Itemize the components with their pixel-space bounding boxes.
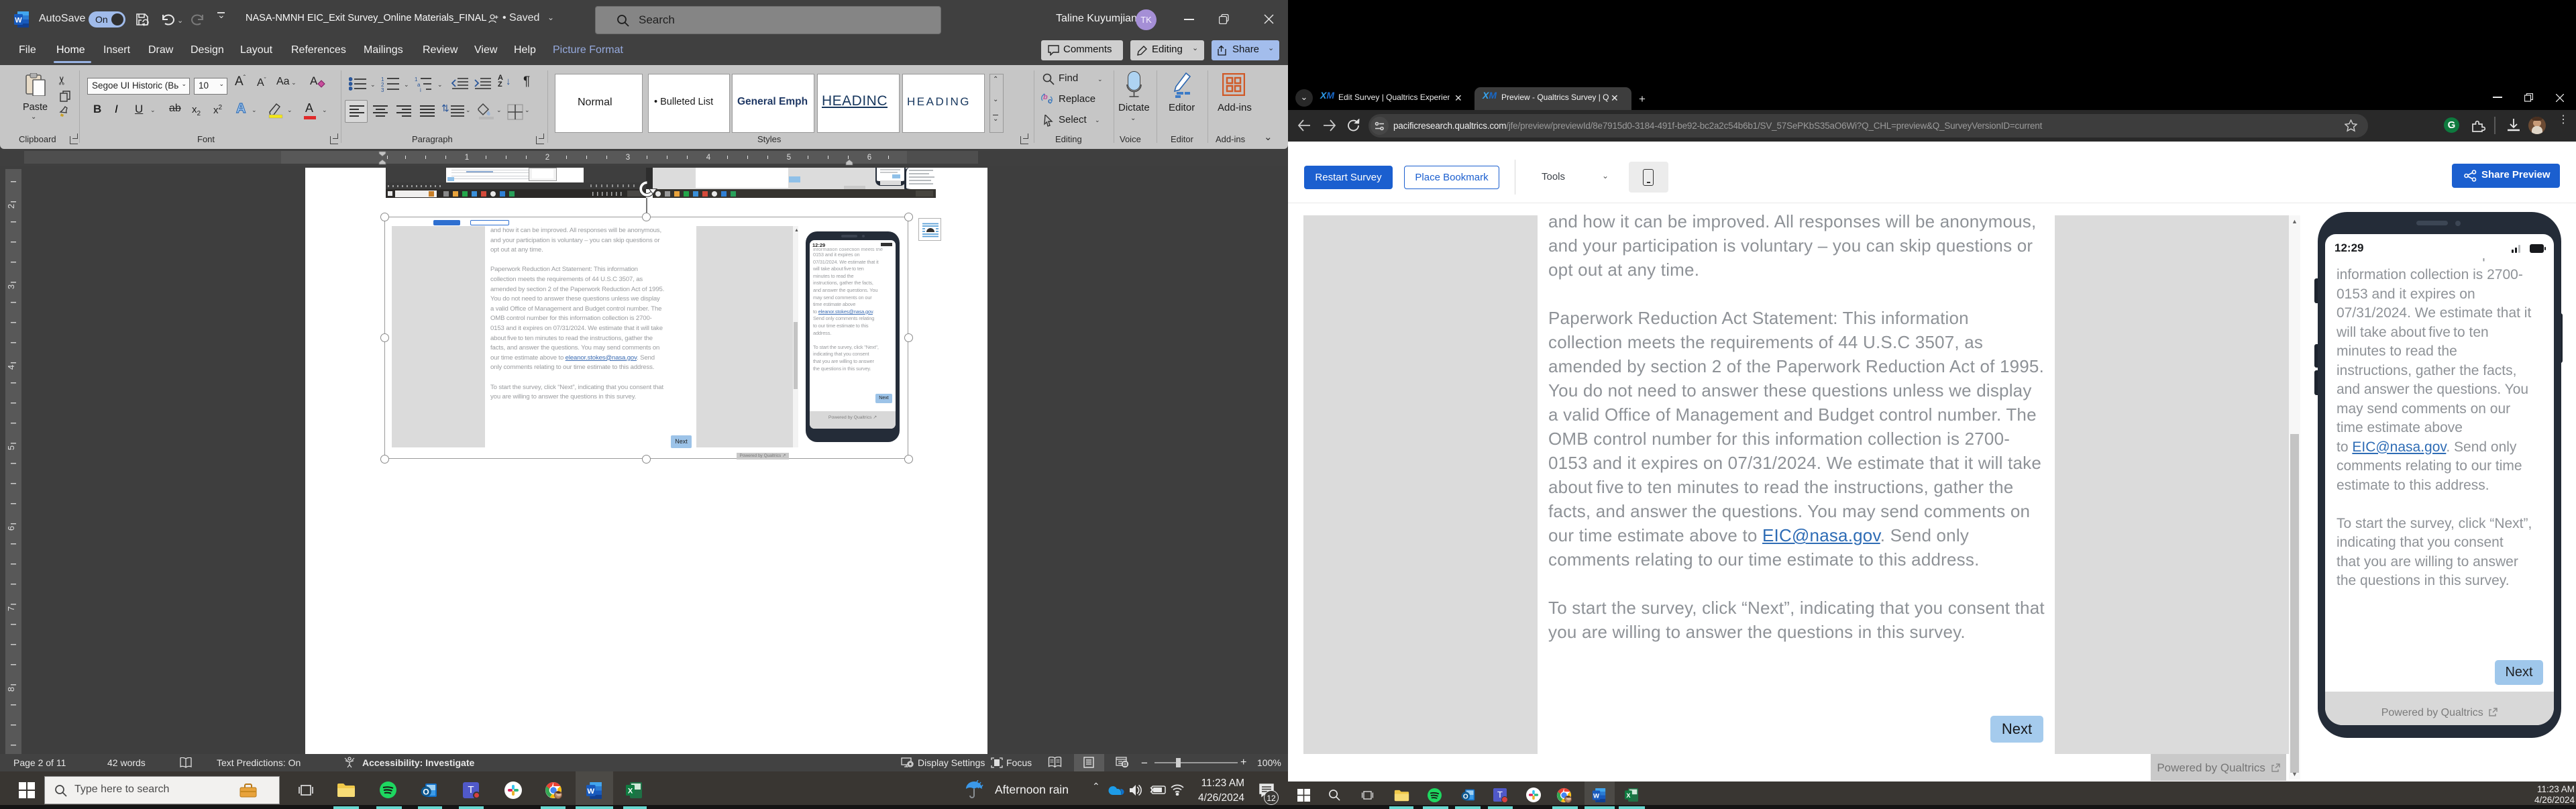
svg-text:X: X [628,788,633,796]
svg-text:O: O [423,788,429,797]
svg-text:W: W [15,17,22,25]
svg-text:3: 3 [381,87,384,92]
svg-text:O: O [1463,793,1468,800]
svg-text:W: W [587,788,594,796]
svg-text:W: W [1593,792,1600,800]
svg-text:c: c [1048,97,1052,105]
svg-text:X: X [1626,792,1631,799]
svg-text:i: i [420,87,421,92]
